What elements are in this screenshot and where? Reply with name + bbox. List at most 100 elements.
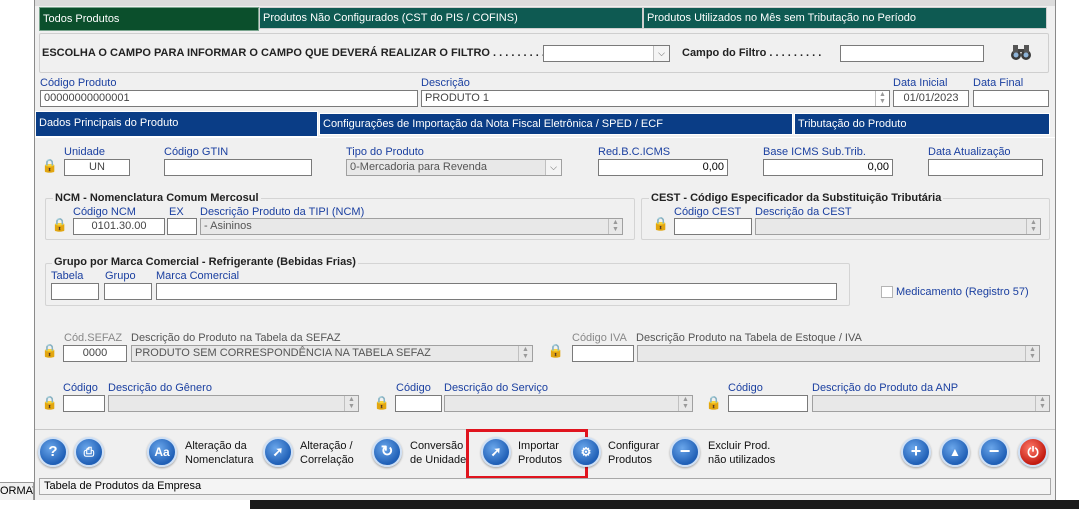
chevron-down-icon[interactable]: ⌵ [545, 160, 561, 175]
lock-icon[interactable]: 🔒 [652, 216, 670, 232]
grupo-label: Grupo [105, 270, 136, 282]
tab-tributacao[interactable]: Tributação do Produto [794, 113, 1050, 135]
scroll-arrows-icon[interactable]: ▲ ▼ [678, 396, 692, 411]
tab-todos-produtos[interactable]: Todos Produtos [39, 7, 259, 31]
medicamento-checkbox[interactable] [881, 286, 893, 298]
add-record-button[interactable]: + [901, 437, 931, 467]
unidade-input[interactable]: UN [64, 159, 130, 176]
codigo-produto-input[interactable]: 00000000000001 [40, 90, 418, 107]
gtin-input[interactable] [164, 159, 312, 176]
desc-sefaz-label: Descrição do Produto na Tabela da SEFAZ [131, 332, 341, 344]
alteracao-correlacao-button[interactable]: Alteração / Correlação [300, 439, 354, 467]
data-atualizacao-label: Data Atualização [928, 146, 1011, 158]
power-exit-button[interactable]: ⏻ [1018, 437, 1048, 467]
left-edge-text: ORMAT [0, 485, 33, 497]
desc-genero-input[interactable]: ▲ ▼ [108, 395, 359, 412]
scroll-arrows-icon[interactable]: ▲ ▼ [875, 91, 889, 106]
tabela-input[interactable] [51, 283, 99, 300]
codigo-genero-input[interactable] [63, 395, 105, 412]
base-icms-label: Base ICMS Sub.Trib. [763, 146, 866, 158]
conversao-unidade-button[interactable]: Conversão de Unidade [410, 439, 466, 467]
filter-label: ESCOLHA O CAMPO PARA INFORMAR O CAMPO QU… [42, 47, 552, 59]
minus-icon[interactable]: − [670, 437, 700, 467]
desc-iva-input[interactable]: ▲ ▼ [637, 345, 1040, 362]
alteracao-nomenclatura-button[interactable]: Alteração da Nomenclatura [185, 439, 253, 467]
tab-produtos-nao-configurados[interactable]: Produtos Não Configurados (CST do PIS / … [259, 7, 643, 29]
lock-icon[interactable]: 🔒 [41, 158, 59, 174]
taskbar-strip [250, 500, 1079, 509]
main-content: 🔒 Unidade UN Código GTIN Tipo do Produto… [35, 137, 1055, 429]
excluir-produtos-button[interactable]: Excluir Prod. não utilizados [708, 439, 775, 467]
lock-icon[interactable]: 🔒 [41, 343, 59, 359]
desc-genero-label: Descrição do Gênero [108, 382, 212, 394]
desc-anp-label: Descrição do Produto da ANP [812, 382, 959, 394]
lock-icon[interactable]: 🔒 [547, 343, 565, 359]
binoculars-icon[interactable] [1009, 42, 1033, 62]
data-final-input[interactable] [973, 90, 1049, 107]
import-icon[interactable]: ➚ [481, 437, 511, 467]
refresh-icon[interactable]: ↻ [372, 437, 402, 467]
data-atualizacao-input[interactable] [928, 159, 1043, 176]
scroll-arrows-icon[interactable]: ▲ ▼ [1035, 396, 1049, 411]
filter-field-select[interactable]: ⌵ [543, 45, 670, 62]
codigo-anp-input[interactable] [728, 395, 808, 412]
configure-icon[interactable]: ⚙ [571, 437, 601, 467]
codigo-iva-input[interactable] [572, 345, 634, 362]
lock-icon[interactable]: 🔒 [373, 395, 391, 411]
products-window: Todos Produtos Produtos Não Configurados… [34, 0, 1056, 500]
ex-label: EX [169, 206, 184, 218]
tab-produtos-sem-tributacao[interactable]: Produtos Utilizados no Mês sem Tributaçã… [643, 7, 1047, 29]
lock-icon[interactable]: 🔒 [41, 395, 59, 411]
codigo-ncm-label: Código NCM [73, 206, 136, 218]
codigo-ncm-input[interactable]: 0101.30.00 [73, 218, 165, 235]
scroll-arrows-icon[interactable]: ▲ ▼ [518, 346, 532, 361]
scroll-arrows-icon[interactable]: ▲ ▼ [1025, 346, 1039, 361]
grupo-input[interactable] [104, 283, 152, 300]
scroll-arrows-icon[interactable]: ▲ ▼ [1026, 219, 1040, 234]
status-text: Tabela de Produtos da Empresa [44, 480, 202, 492]
importar-produtos-button[interactable]: Importar Produtos [518, 439, 562, 467]
bottom-toolbar: ? ⎙ Aa Alteração da Nomenclatura ➚ Altera… [35, 429, 1055, 479]
help-button[interactable]: ? [38, 437, 68, 467]
aa-icon[interactable]: Aa [147, 437, 177, 467]
scroll-arrows-icon[interactable]: ▲ ▼ [344, 396, 358, 411]
lock-icon[interactable]: 🔒 [705, 395, 723, 411]
codigo-produto-label: Código Produto [40, 77, 117, 89]
edit-record-button[interactable]: ▲ [940, 437, 970, 467]
cod-sefaz-input[interactable]: 0000 [63, 345, 127, 362]
descricao-input[interactable]: PRODUTO 1 ▲ ▼ [421, 90, 890, 107]
scroll-arrows-icon[interactable]: ▲ ▼ [608, 219, 622, 234]
cod-sefaz-label: Cód.SEFAZ [64, 332, 123, 344]
desc-servico-label: Descrição do Serviço [444, 382, 548, 394]
desc-servico-input[interactable]: ▲ ▼ [444, 395, 693, 412]
codigo-servico-label: Código [396, 382, 431, 394]
codigo-servico-input[interactable] [395, 395, 442, 412]
desc-sefaz-input[interactable]: PRODUTO SEM CORRESPONDÊNCIA NA TABELA SE… [131, 345, 533, 362]
tab-dados-principais[interactable]: Dados Principais do Produto [35, 111, 318, 137]
ex-input[interactable] [167, 218, 197, 235]
lock-icon[interactable]: 🔒 [51, 217, 69, 233]
codigo-cest-input[interactable] [674, 218, 752, 235]
red-bc-icms-input[interactable]: 0,00 [598, 159, 728, 176]
red-bc-icms-label: Red.B.C.ICMS [598, 146, 671, 158]
marca-title: Grupo por Marca Comercial - Refrigerante… [52, 256, 358, 268]
campo-filtro-input[interactable] [840, 45, 984, 62]
campo-filtro-label: Campo do Filtro . . . . . . . . . [682, 47, 822, 59]
data-inicial-input[interactable]: 01/01/2023 [893, 90, 969, 107]
desc-cest-input[interactable]: ▲ ▼ [755, 218, 1041, 235]
cest-title: CEST - Código Especificador da Substitui… [649, 192, 944, 204]
desc-anp-input[interactable]: ▲ ▼ [812, 395, 1050, 412]
tipo-produto-select[interactable]: 0-Mercadoria para Revenda ⌵ [346, 159, 562, 176]
tab-configuracoes-importacao[interactable]: Configurações de Importação da Nota Fisc… [319, 113, 793, 135]
configurar-produtos-button[interactable]: Configurar Produtos [608, 439, 659, 467]
edit-arrow-icon[interactable]: ➚ [263, 437, 293, 467]
delete-record-button[interactable]: − [979, 437, 1009, 467]
unidade-label: Unidade [64, 146, 105, 158]
chevron-down-icon[interactable]: ⌵ [653, 46, 669, 61]
ncm-title: NCM - Nomenclatura Comum Mercosul [53, 192, 261, 204]
base-icms-input[interactable]: 0,00 [763, 159, 893, 176]
medicamento-label: Medicamento (Registro 57) [896, 286, 1029, 298]
marca-comercial-input[interactable] [156, 283, 837, 300]
print-button[interactable]: ⎙ [74, 437, 104, 467]
desc-tipi-input[interactable]: - Asininos ▲ ▼ [200, 218, 623, 235]
